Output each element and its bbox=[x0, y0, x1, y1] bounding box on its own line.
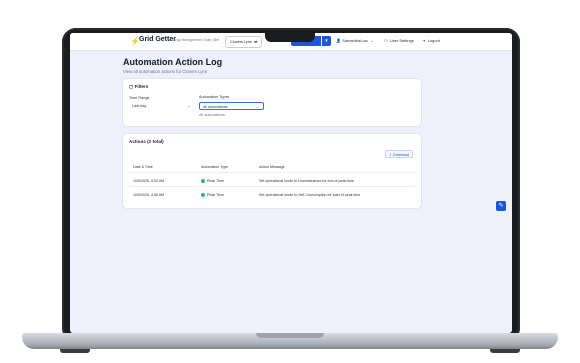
chevron-down-icon: ⌄ bbox=[368, 38, 374, 43]
laptop-foot-right bbox=[490, 349, 520, 353]
filters-card: ▢ Filters Time Range Last day ⌄ Automati… bbox=[123, 79, 421, 126]
column-header-type: Automation Type bbox=[201, 165, 228, 169]
automation-types-select[interactable]: All automations ⌄ bbox=[199, 102, 264, 110]
row-1-message: Set operational mode to Unconstrained fo… bbox=[259, 179, 355, 183]
filters-header: ▢ Filters bbox=[129, 84, 148, 90]
row-2-datetime: 10/9/2025, 4:55 AM bbox=[133, 193, 165, 197]
laptop-screen: ⚡ Grid Getter Energy Management Suite (B… bbox=[70, 33, 512, 333]
actions-card: Actions (2 total) ⇩ Download Date & Time… bbox=[123, 134, 421, 208]
chevron-down-icon: ⌄ bbox=[187, 103, 191, 108]
row-2-type-label: Peak Time bbox=[207, 193, 224, 197]
row-1-type: Peak Time bbox=[201, 179, 224, 184]
column-header-datetime: Date & Time bbox=[133, 165, 153, 169]
page-subtitle: View all automation actions for Clovers … bbox=[123, 69, 208, 74]
camera-notch bbox=[265, 30, 315, 42]
chevron-down-icon: ⌄ bbox=[256, 104, 260, 109]
download-button[interactable]: ⇩ Download bbox=[385, 150, 413, 158]
chat-icon: ✎ bbox=[498, 203, 504, 209]
automation-types-value: All automations bbox=[203, 105, 228, 109]
status-dot-icon bbox=[201, 193, 205, 198]
chevron-down-icon[interactable]: ▾ bbox=[322, 36, 331, 46]
time-range-select[interactable]: Last day bbox=[132, 104, 146, 108]
automation-types-hint: All automations bbox=[199, 113, 225, 117]
status-dot-icon bbox=[201, 179, 205, 184]
store-selector-label: Clovers Lynn bbox=[230, 40, 253, 44]
automation-types-label: Automation Types bbox=[199, 95, 230, 99]
logout-link[interactable]: ⇥ Logout bbox=[422, 38, 440, 43]
laptop-base-groove bbox=[256, 333, 324, 338]
user-settings-label: User Settings bbox=[389, 38, 414, 43]
row-2-message: Set operational mode to Self Consumption… bbox=[259, 193, 361, 197]
download-label: Download bbox=[393, 153, 409, 157]
table-divider bbox=[129, 172, 415, 173]
row-2-type: Peak Time bbox=[201, 193, 224, 198]
user-settings-link[interactable]: ⚇ User Settings bbox=[384, 38, 414, 43]
help-fab-button[interactable]: ✎ bbox=[496, 201, 506, 211]
column-header-message: Action Message bbox=[259, 165, 285, 169]
row-1-type-label: Peak Time bbox=[207, 179, 224, 183]
actions-title: Actions (2 total) bbox=[129, 139, 164, 144]
logout-label: Logout bbox=[427, 38, 440, 43]
app-subtitle: Energy Management Suite (Bet bbox=[169, 38, 220, 42]
swap-icon: ⇄ bbox=[253, 40, 258, 44]
laptop-foot-left bbox=[60, 349, 90, 353]
table-divider bbox=[129, 186, 415, 187]
store-selector[interactable]: Clovers Lynn ⇄ bbox=[225, 36, 263, 48]
time-range-label: Time Range bbox=[129, 96, 150, 100]
page-title: Automation Action Log bbox=[123, 57, 223, 67]
user-name: SamanthaLow bbox=[342, 38, 368, 43]
user-menu[interactable]: 👤 SamanthaLow ⌄ bbox=[336, 38, 373, 43]
row-1-datetime: 10/9/2025, 9:00 AM bbox=[133, 179, 165, 183]
filters-title: Filters bbox=[134, 84, 149, 89]
